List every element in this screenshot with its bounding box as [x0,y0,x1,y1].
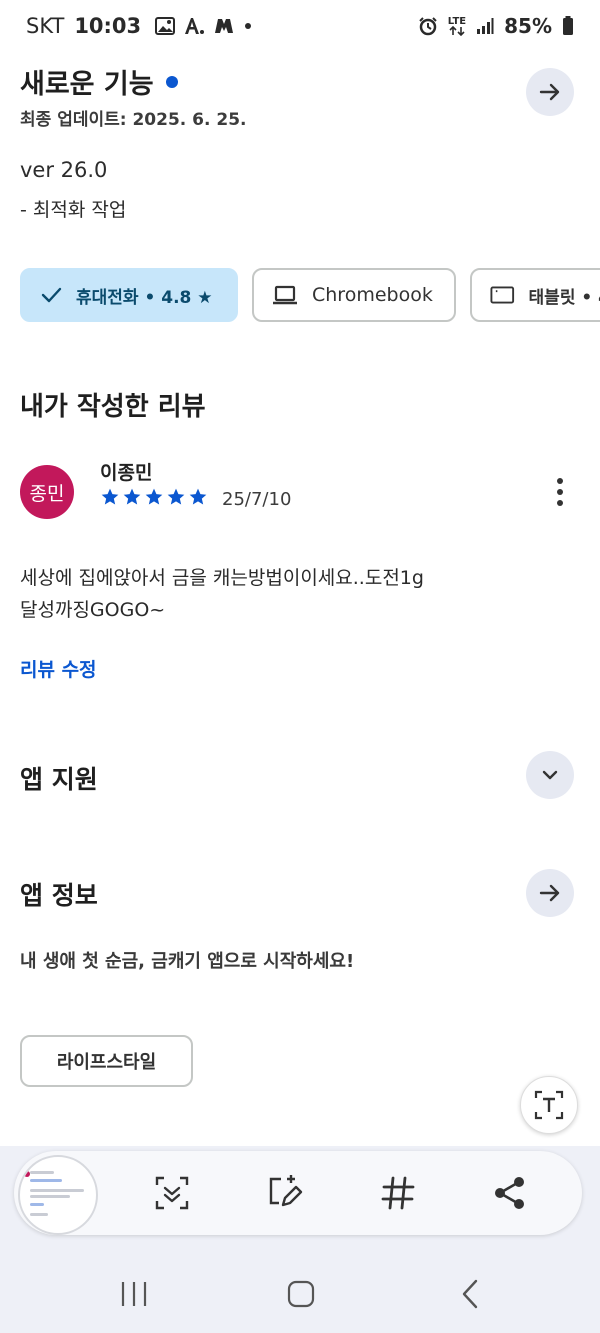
my-review-title: 내가 작성한 리뷰 [20,392,206,422]
tablet-icon [490,286,515,304]
thumb-line [30,1179,62,1182]
capture-scroll-icon [155,1176,189,1210]
check-icon [41,287,62,303]
review-text: 세상에 집에앉아서 금을 캐는방법이이세요..도전1g 달성까징GOGO~ [20,562,540,626]
tag-icon [381,1176,415,1210]
text-extract-button[interactable] [520,1076,578,1134]
status-right: LTE 85% [418,14,574,38]
share-icon [495,1177,524,1209]
release-notes: - 최적화 작업 [20,199,127,221]
screenshot-thumbnail[interactable] [18,1155,98,1235]
network-label: LTE [447,15,467,36]
edit-review-link[interactable]: 리뷰 수정 [20,655,97,682]
alarm-icon [419,17,437,36]
review-more-button[interactable] [540,470,580,514]
data-arrows-icon [449,25,465,36]
tag-button[interactable] [373,1168,423,1218]
app-info-arrow-button[interactable] [526,869,574,917]
recents-icon [121,1282,147,1306]
whats-new-title: 새로운 기능 [20,62,178,101]
thumb-line [30,1203,44,1206]
chip-phone[interactable]: 휴대전화 • 4.8 ★ [20,268,238,322]
notification-icons [155,17,253,35]
battery-percent: 85% [504,14,552,38]
last-updated: 최종 업데이트: 2025. 6. 25. [20,110,247,130]
more-vert-icon-dot [557,478,563,484]
chevron-down-icon [542,770,558,780]
chip-chromebook[interactable]: Chromebook [252,268,456,322]
dot-icon [245,23,252,29]
network-type: LTE [447,15,467,27]
edit-icon [269,1175,303,1207]
battery-icon [563,16,573,35]
star-icon [145,488,163,505]
chip-chromebook-label: Chromebook [312,284,433,306]
thumb-line [30,1171,54,1174]
draw-edit-button[interactable] [260,1168,310,1218]
app-support-title: 앱 지원 [20,765,98,794]
navigation-bar [0,1255,600,1333]
review-text-line: 세상에 집에앉아서 금을 캐는방법이이세요..도전1g [20,567,424,589]
app-info-title: 앱 정보 [20,881,98,910]
star-icon [189,488,207,505]
reviewer-name: 이종민 [100,462,153,484]
device-filter-chips: 휴대전화 • 4.8 ★ Chromebook 태블릿 • 4 [20,268,600,322]
game-icon [215,19,234,33]
status-bar: SKT 10:03 LTE 85% [0,0,600,56]
star-icon [101,488,119,505]
version-text: ver 26.0 [20,158,108,182]
status-left: SKT 10:03 [26,14,253,38]
chip-tablet[interactable]: 태블릿 • 4 [470,268,600,322]
category-chip[interactable]: 라이프스타일 [20,1035,193,1087]
whats-new-label: 새로운 기능 [20,69,154,100]
thumb-line [30,1213,48,1216]
laptop-icon [273,285,297,305]
back-button[interactable] [440,1267,500,1321]
chip-tablet-label: 태블릿 • 4 [528,287,600,308]
thumb-line [30,1195,70,1198]
share-button[interactable] [485,1168,535,1218]
review-text-line: 달성까징GOGO~ [20,599,166,621]
star-icon [123,488,141,505]
more-vert-icon-dot [557,500,563,506]
rating-stars [100,487,208,507]
more-vert-icon-dot [557,489,563,495]
text-recognition-icon [534,1090,564,1120]
home-icon [287,1280,315,1308]
review-date: 25/7/10 [222,489,292,510]
carrier-label: SKT [26,14,65,38]
arrow-right-icon [539,83,560,101]
app-a-icon [185,18,205,34]
chip-phone-label: 휴대전화 • 4.8 ★ [76,287,213,308]
gallery-icon [155,17,176,35]
whats-new-arrow-button[interactable] [526,68,574,116]
thumb-line [30,1189,84,1192]
back-icon [462,1279,478,1309]
avatar: 종민 [20,465,74,519]
signal-icon [477,18,494,34]
app-support-expand-button[interactable] [526,751,574,799]
home-button[interactable] [271,1267,331,1321]
clock: 10:03 [74,14,142,38]
new-indicator-dot [165,75,178,88]
scroll-capture-button[interactable] [147,1168,197,1218]
arrow-right-icon [539,884,560,902]
app-description: 내 생애 첫 순금, 금캐기 앱으로 시작하세요! [20,951,355,972]
star-icon [167,488,185,505]
recents-button[interactable] [104,1267,164,1321]
